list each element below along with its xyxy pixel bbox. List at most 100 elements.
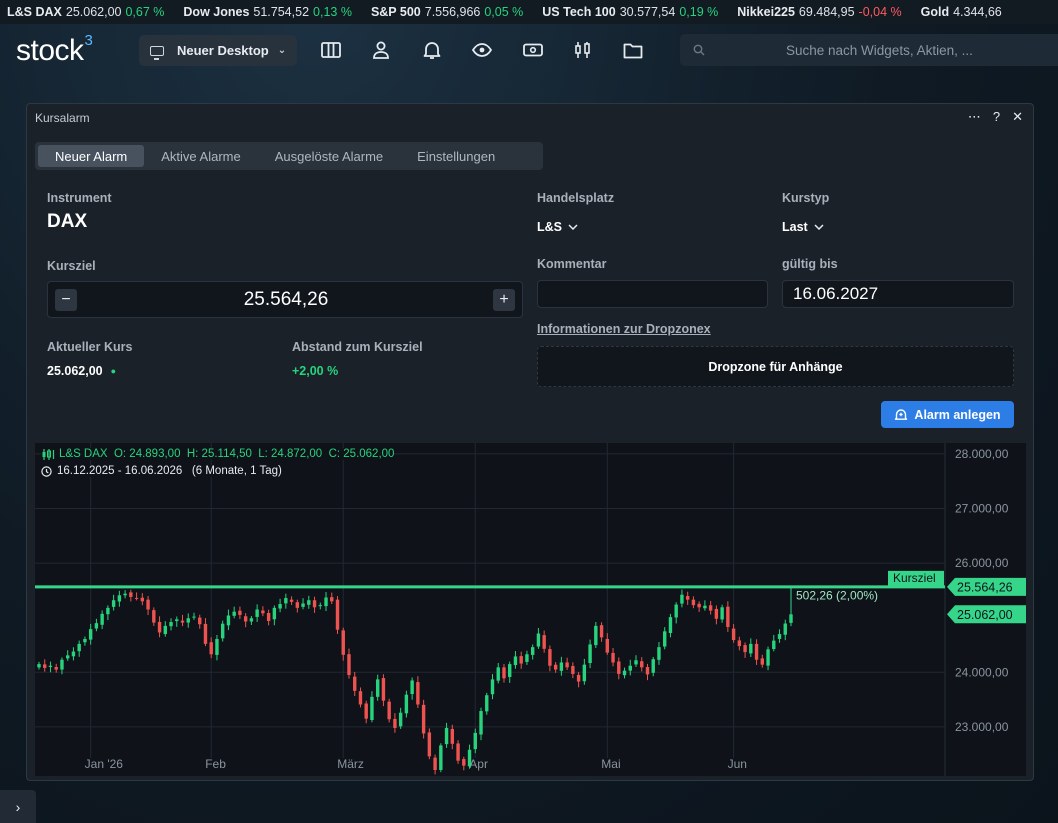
- ticker-item[interactable]: Gold 4.344,66: [921, 5, 1006, 19]
- ticker-item[interactable]: US Tech 100 30.577,54 0,19 %: [542, 5, 718, 19]
- help-icon[interactable]: ?: [993, 109, 1000, 125]
- candle-body: [760, 658, 764, 665]
- candle-body: [634, 660, 638, 665]
- candle-body: [703, 605, 707, 609]
- candle-body: [341, 630, 345, 655]
- ticker-change: 0,67 %: [125, 5, 165, 19]
- chart-legend-ohlc: L&S DAX O: 24.893,00 H: 25.114,50 L: 24.…: [41, 448, 395, 460]
- candle-body: [410, 680, 414, 695]
- candle-body: [519, 656, 523, 664]
- candle-body: [289, 599, 294, 602]
- candle-body: [674, 604, 678, 618]
- candle-body: [54, 667, 58, 670]
- ticker-value: 4.344,66: [953, 5, 1002, 19]
- candle-body: [559, 662, 564, 671]
- instrument-label: Instrument: [47, 191, 112, 205]
- search-bar[interactable]: [680, 34, 1058, 66]
- folder-icon[interactable]: [622, 39, 644, 61]
- kursziel-input[interactable]: [88, 288, 484, 312]
- candle-body: [83, 638, 87, 643]
- candle-body: [398, 712, 403, 727]
- tab-aktive-alarme[interactable]: Aktive Alarme: [144, 145, 257, 167]
- candle-body: [140, 597, 145, 602]
- x-tick-label: Jan '26: [85, 757, 124, 771]
- stock3-logo[interactable]: stock3: [16, 32, 93, 68]
- candle-body: [542, 635, 546, 649]
- close-icon[interactable]: ✕: [1012, 109, 1023, 125]
- candle-body: [714, 608, 719, 619]
- tab-einstellungen[interactable]: Einstellungen: [400, 145, 512, 167]
- chart-legend-range: 16.12.2025 - 16.06.2026 (6 Monate, 1 Tag…: [41, 465, 282, 477]
- logo-text: stock: [16, 34, 84, 67]
- candle-body: [203, 623, 208, 644]
- ticker-item[interactable]: L&S DAX 25.062,00 0,67 %: [7, 5, 164, 19]
- ticker-name: S&P 500: [370, 5, 421, 19]
- handelsplatz-dropdown[interactable]: L&S: [537, 220, 578, 234]
- x-tick-label: Apr: [469, 757, 488, 771]
- kommentar-input[interactable]: [537, 280, 768, 308]
- dropzone-info-link[interactable]: Informationen zur Dropzonex: [537, 322, 711, 336]
- ticker-item[interactable]: S&P 500 7.556,966 0,05 %: [371, 5, 523, 19]
- handelsplatz-label: Handelsplatz: [537, 191, 615, 205]
- candle-body: [94, 623, 99, 629]
- candle-body: [743, 645, 747, 653]
- candle-body: [249, 618, 254, 622]
- candle-body: [508, 664, 512, 677]
- candle-body: [295, 602, 300, 608]
- tab-ausgeloeste-alarme[interactable]: Ausgelöste Alarme: [258, 145, 400, 167]
- candle-body: [232, 611, 236, 616]
- bell-icon[interactable]: [421, 39, 443, 61]
- ticker-item[interactable]: Nikkei225 69.484,95 -0,04 %: [737, 5, 901, 19]
- abstand-label: Abstand zum Kursziel: [292, 340, 423, 354]
- layout-columns-icon[interactable]: [320, 39, 342, 61]
- candle-body: [324, 597, 328, 607]
- user-icon[interactable]: [370, 39, 392, 61]
- alarm-anlegen-button[interactable]: Alarm anlegen: [881, 401, 1014, 428]
- attachment-dropzone[interactable]: Dropzone für Anhänge: [537, 346, 1014, 387]
- increment-button[interactable]: +: [493, 289, 515, 311]
- candle-body: [599, 625, 604, 638]
- ticker-value: 30.577,54: [619, 5, 676, 19]
- candle-body: [88, 629, 93, 640]
- x-tick-label: Feb: [205, 757, 226, 771]
- candle-body: [347, 654, 351, 676]
- candle-body: [605, 638, 610, 653]
- candle-body: [720, 607, 724, 620]
- chevron-down-icon: ⌄: [277, 45, 287, 56]
- ticker-item[interactable]: Dow Jones 51.754,52 0,13 %: [183, 5, 352, 19]
- money-icon[interactable]: [522, 39, 544, 61]
- instrument-value: DAX: [47, 211, 88, 232]
- logo-superscript: 3: [84, 32, 93, 49]
- price-chart[interactable]: 28.000,00 27.000,00 26.000,00 24.000,00 23.0…: [35, 443, 1028, 776]
- candle-body: [737, 640, 742, 647]
- x-tick-label: Mai: [601, 757, 620, 771]
- live-dot-icon: ●: [110, 366, 117, 376]
- candle-body: [37, 664, 41, 668]
- candle-body: [657, 647, 661, 660]
- candle-body: [485, 695, 489, 712]
- tab-neuer-alarm[interactable]: Neuer Alarm: [38, 145, 145, 167]
- eye-icon[interactable]: [471, 39, 493, 61]
- y-tick-label: 26.000,00: [955, 556, 1009, 570]
- more-options-icon[interactable]: ⋯: [968, 109, 981, 125]
- kurstyp-dropdown[interactable]: Last: [782, 220, 824, 234]
- y-tick-label: 24.000,00: [955, 665, 1009, 679]
- search-input[interactable]: [786, 42, 1056, 58]
- bell-plus-icon: [895, 408, 908, 420]
- candle-body: [588, 644, 592, 663]
- gueltig-bis-input[interactable]: [782, 280, 1014, 308]
- candle-body: [66, 655, 70, 659]
- candle-body: [215, 638, 219, 655]
- y-tick-label: 27.000,00: [955, 502, 1009, 516]
- candle-body: [749, 643, 753, 654]
- desktop-selector-button[interactable]: Neuer Desktop ⌄: [139, 35, 297, 66]
- candle-body: [502, 667, 506, 679]
- candlestick-icon[interactable]: [572, 39, 594, 61]
- candle-body: [456, 743, 460, 761]
- decrement-button[interactable]: −: [55, 289, 77, 311]
- candle-body: [387, 701, 391, 720]
- candle-body: [243, 616, 248, 622]
- chart-canvas[interactable]: 28.000,00 27.000,00 26.000,00 24.000,00 23.0…: [35, 443, 1028, 776]
- sidebar-expand-button[interactable]: ›: [0, 790, 36, 823]
- ticker-change: 0,13 %: [313, 5, 352, 19]
